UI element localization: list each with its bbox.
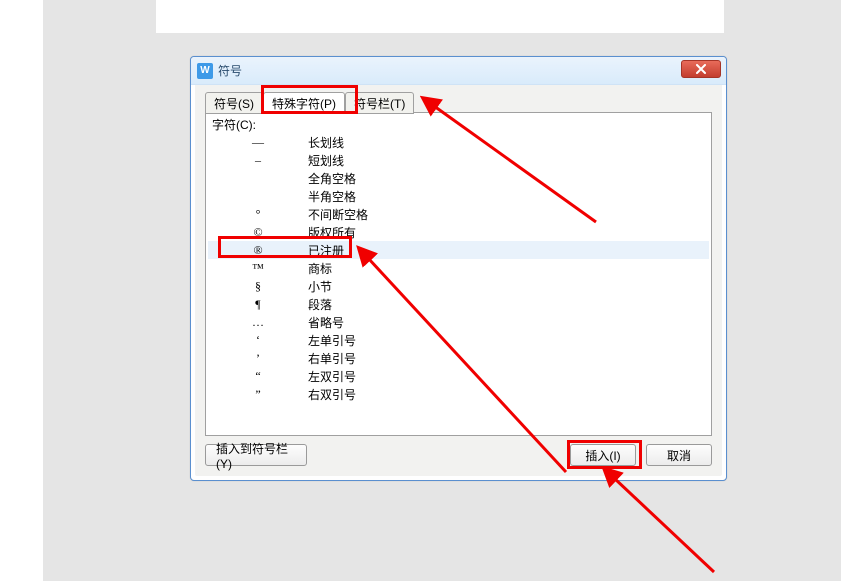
add-to-symbol-bar-button[interactable]: 插入到符号栏(Y) bbox=[205, 444, 307, 466]
list-item[interactable]: °不间断空格 bbox=[208, 205, 709, 223]
list-item[interactable]: ®已注册 bbox=[208, 241, 709, 259]
app-icon: W bbox=[197, 63, 213, 79]
list-item-desc: 已注册 bbox=[308, 242, 344, 259]
list-item-glyph: ° bbox=[208, 207, 308, 222]
list-item[interactable]: 半角空格 bbox=[208, 187, 709, 205]
close-button[interactable] bbox=[681, 60, 721, 78]
chars-panel: 字符(C): —长划线–短划线全角空格半角空格°不间断空格©版权所有®已注册™商… bbox=[205, 112, 712, 436]
close-icon bbox=[695, 64, 707, 74]
list-item-glyph: “ bbox=[208, 369, 308, 384]
list-item-desc: 不间断空格 bbox=[308, 206, 368, 223]
list-item-glyph: ® bbox=[208, 243, 308, 258]
list-item[interactable]: –短划线 bbox=[208, 151, 709, 169]
list-item-desc: 版权所有 bbox=[308, 224, 356, 241]
list-item-desc: 短划线 bbox=[308, 152, 344, 169]
list-item[interactable]: ¶段落 bbox=[208, 295, 709, 313]
tab-symbol-bar[interactable]: 符号栏(T) bbox=[345, 92, 414, 114]
list-item[interactable]: —长划线 bbox=[208, 133, 709, 151]
list-item-glyph: – bbox=[208, 153, 308, 168]
list-item-desc: 商标 bbox=[308, 260, 332, 277]
list-item-desc: 右单引号 bbox=[308, 350, 356, 367]
tab-strip: 符号(S) 特殊字符(P) 符号栏(T) bbox=[205, 91, 414, 113]
list-item-desc: 省略号 bbox=[308, 314, 344, 331]
list-item-desc: 小节 bbox=[308, 278, 332, 295]
list-item[interactable]: 全角空格 bbox=[208, 169, 709, 187]
tab-special-chars[interactable]: 特殊字符(P) bbox=[263, 92, 345, 114]
symbol-dialog: W 符号 符号(S) 特殊字符(P) 符号栏(T) 字符(C): —长划线–短划… bbox=[190, 56, 727, 481]
list-item-glyph: © bbox=[208, 225, 308, 240]
list-item[interactable]: §小节 bbox=[208, 277, 709, 295]
list-item[interactable]: …省略号 bbox=[208, 313, 709, 331]
list-item[interactable]: ”右双引号 bbox=[208, 385, 709, 403]
dialog-button-bar: 插入到符号栏(Y) 插入(I) 取消 bbox=[205, 444, 712, 468]
list-item-glyph: … bbox=[208, 315, 308, 330]
list-item[interactable]: ‘左单引号 bbox=[208, 331, 709, 349]
tab-symbols[interactable]: 符号(S) bbox=[205, 92, 263, 114]
list-item-desc: 全角空格 bbox=[308, 170, 356, 187]
list-item[interactable]: “左双引号 bbox=[208, 367, 709, 385]
list-item-desc: 半角空格 bbox=[308, 188, 356, 205]
list-item-glyph: ¶ bbox=[208, 297, 308, 312]
list-item-desc: 左双引号 bbox=[308, 368, 356, 385]
list-item-desc: 左单引号 bbox=[308, 332, 356, 349]
list-item-glyph: ’ bbox=[208, 351, 308, 366]
document-page bbox=[156, 0, 724, 33]
list-item[interactable]: ™商标 bbox=[208, 259, 709, 277]
insert-button[interactable]: 插入(I) bbox=[570, 444, 636, 466]
list-item-glyph: ™ bbox=[208, 261, 308, 276]
list-item-desc: 右双引号 bbox=[308, 386, 356, 403]
list-item-glyph: — bbox=[208, 135, 308, 150]
dialog-title: 符号 bbox=[218, 62, 242, 79]
list-item-glyph: § bbox=[208, 279, 308, 294]
list-item-desc: 段落 bbox=[308, 296, 332, 313]
chars-list[interactable]: —长划线–短划线全角空格半角空格°不间断空格©版权所有®已注册™商标§小节¶段落… bbox=[208, 133, 709, 433]
list-item[interactable]: ’右单引号 bbox=[208, 349, 709, 367]
list-item-glyph: ‘ bbox=[208, 333, 308, 348]
dialog-client-area: 符号(S) 特殊字符(P) 符号栏(T) 字符(C): —长划线–短划线全角空格… bbox=[195, 85, 722, 476]
list-item-glyph: ” bbox=[208, 387, 308, 402]
list-item[interactable]: ©版权所有 bbox=[208, 223, 709, 241]
list-item-desc: 长划线 bbox=[308, 134, 344, 151]
app-icon-letter: W bbox=[200, 66, 209, 76]
cancel-button[interactable]: 取消 bbox=[646, 444, 712, 466]
dialog-titlebar: W 符号 bbox=[191, 57, 726, 85]
panel-label: 字符(C): bbox=[212, 116, 256, 133]
